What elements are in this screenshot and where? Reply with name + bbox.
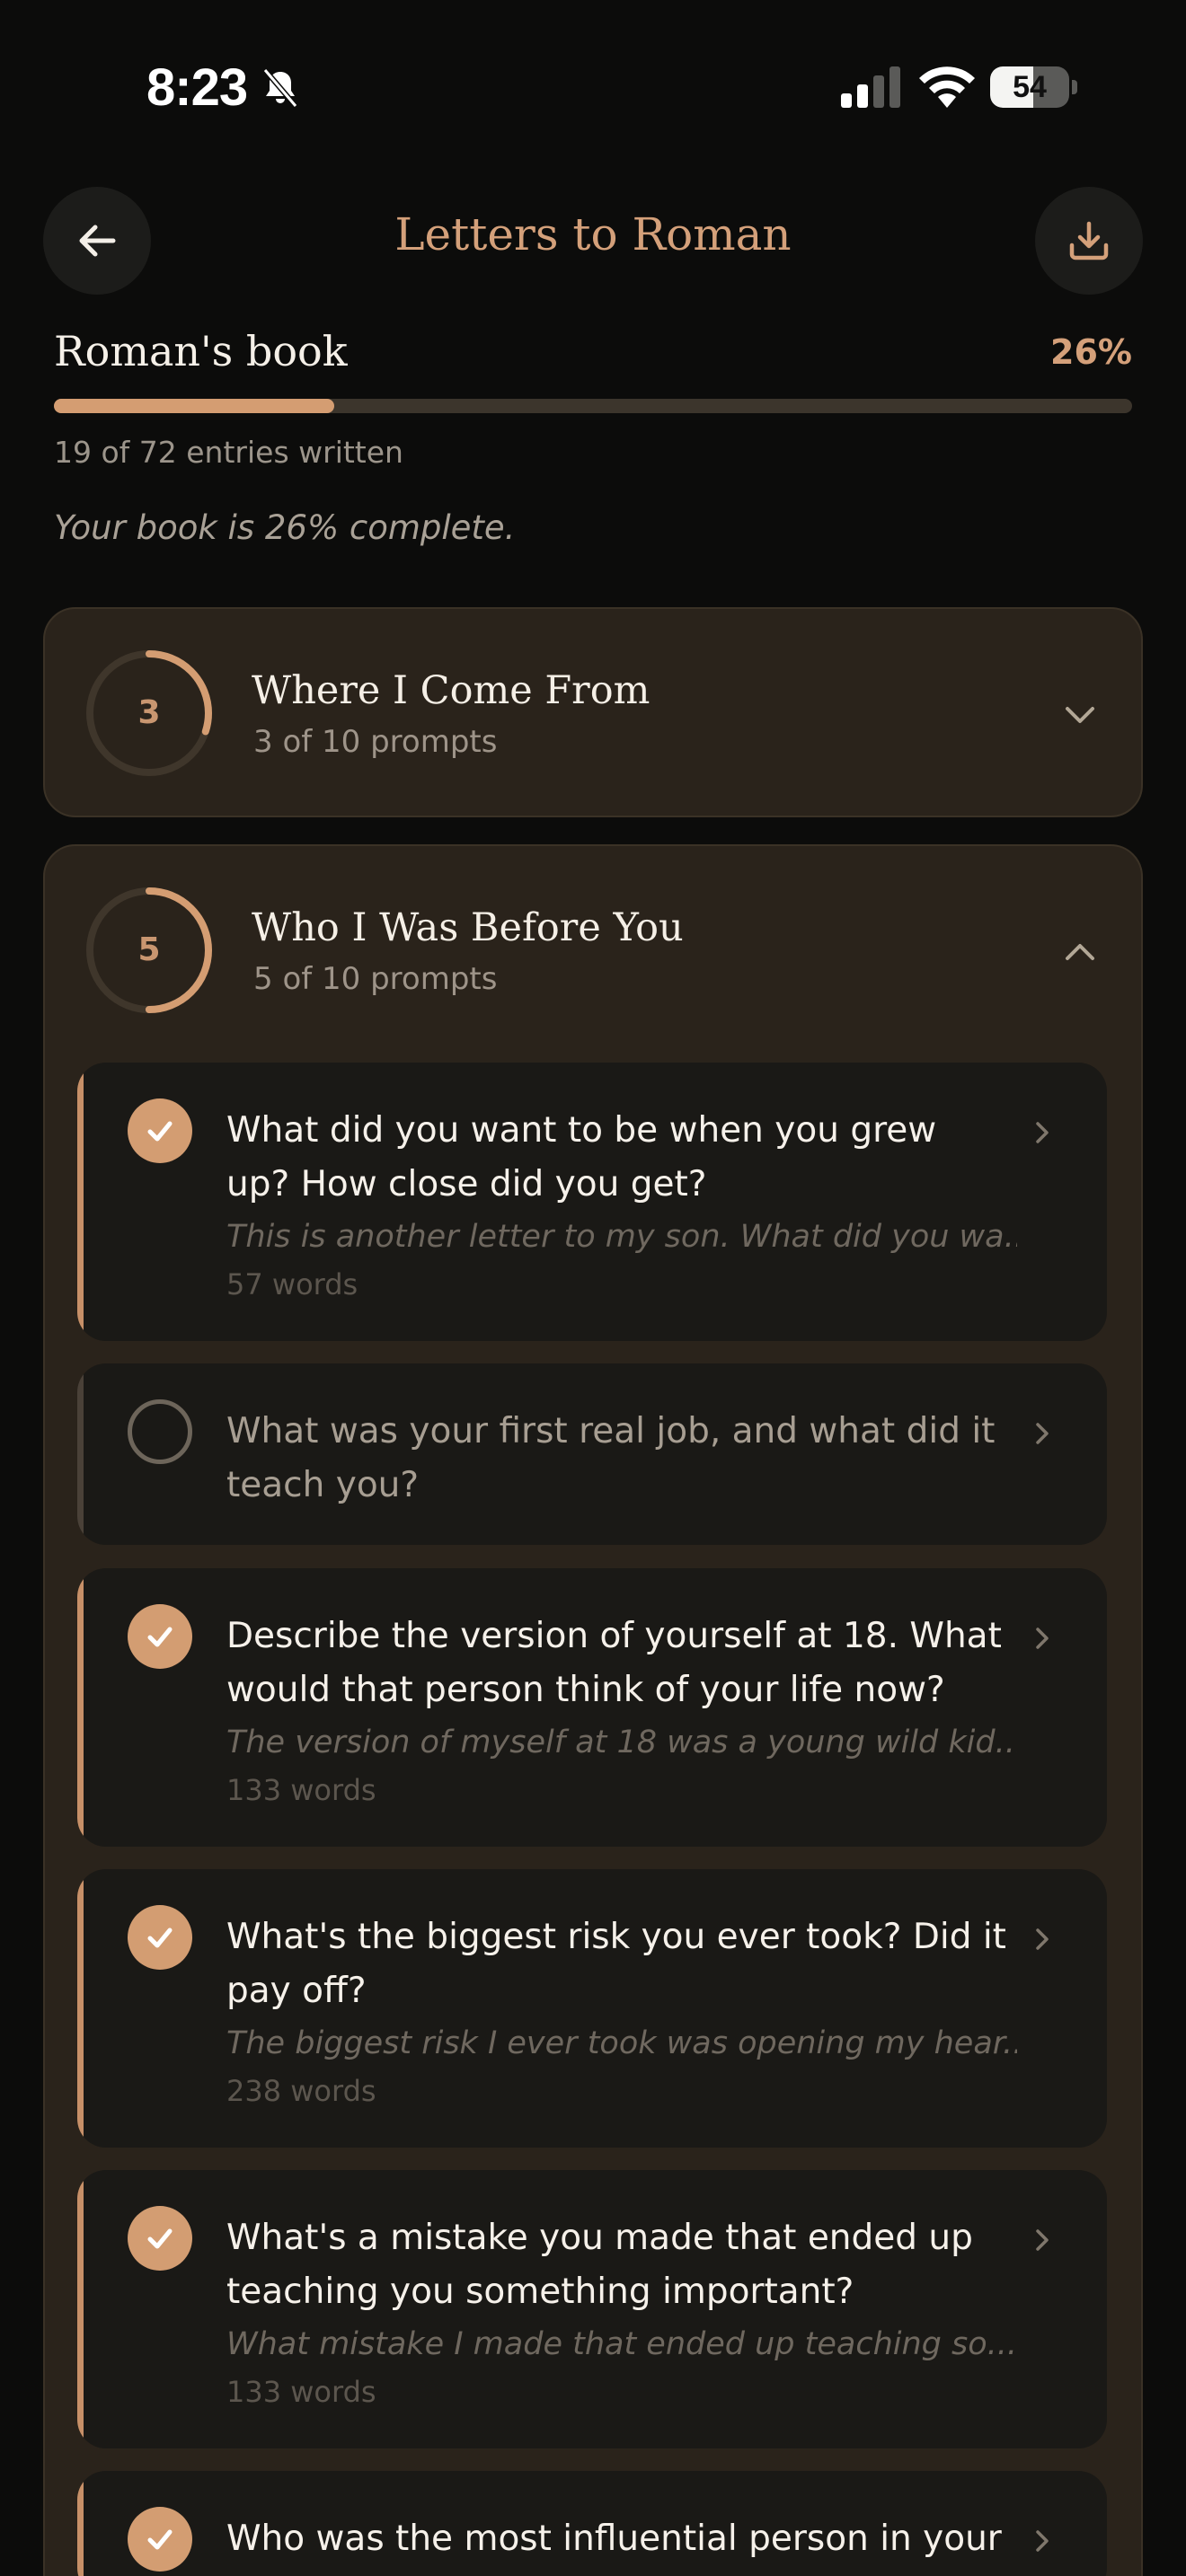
chevron-up-icon[interactable] xyxy=(1058,931,1102,974)
prompt-excerpt: The version of myself at 18 was a young … xyxy=(226,1725,1017,1760)
section-count: 3 xyxy=(137,694,161,731)
signal-icon xyxy=(841,66,900,108)
prompt-question: What was your first real job, and what d… xyxy=(226,1411,996,1505)
chevron-down-icon xyxy=(1066,707,1094,723)
section-subtitle: 5 of 10 prompts xyxy=(253,961,498,997)
checkmark-icon xyxy=(128,2507,192,2572)
prompt-question: What's the biggest risk you ever took? D… xyxy=(226,1917,1006,2011)
entries-count: 19 of 72 entries written xyxy=(54,435,403,470)
section-progress-ring: 5 xyxy=(83,884,216,1017)
bell-muted-icon xyxy=(262,68,298,108)
progress-bar xyxy=(54,399,1132,413)
progress-bar-fill xyxy=(54,399,334,413)
section-subtitle: 3 of 10 prompts xyxy=(253,724,498,760)
book-name: Roman's book xyxy=(54,327,348,375)
prompt-question: What's a mistake you made that ended up … xyxy=(226,2218,973,2312)
prompt-question: Describe the version of yourself at 18. … xyxy=(226,1616,1002,1710)
checkmark-icon xyxy=(128,2206,192,2271)
wifi-icon xyxy=(919,66,975,108)
prompt-card[interactable]: What's a mistake you made that ended up … xyxy=(77,2170,1107,2448)
chevron-right-icon xyxy=(1036,1122,1049,1143)
prompt-word-count: 57 words xyxy=(226,1267,358,1301)
status-time: 8:23 xyxy=(146,58,248,117)
prompt-card[interactable]: What did you want to be when you grew up… xyxy=(77,1063,1107,1341)
prompt-word-count: 133 words xyxy=(226,2375,376,2409)
book-percent: 26% xyxy=(1050,332,1132,372)
battery-indicator: 54 xyxy=(990,66,1077,108)
download-button[interactable] xyxy=(1035,187,1143,295)
completion-text: Your book is 26% complete. xyxy=(54,508,516,547)
chevron-right-icon xyxy=(1036,2530,1049,2552)
prompt-word-count: 133 words xyxy=(226,1773,376,1807)
chevron-right-icon xyxy=(1036,1628,1049,1649)
section-title: Where I Come From xyxy=(252,668,651,713)
prompt-question: Who was the most influential person in y… xyxy=(226,2519,1002,2559)
prompt-card[interactable]: What's the biggest risk you ever took? D… xyxy=(77,1869,1107,2148)
chevron-right-icon xyxy=(1036,1928,1049,1950)
battery-level: 54 xyxy=(1013,70,1047,104)
prompt-question: What did you want to be when you grew up… xyxy=(226,1110,937,1204)
prompt-excerpt: This is another letter to my son. What d… xyxy=(226,1219,1017,1255)
prompt-excerpt: The biggest risk I ever took was opening… xyxy=(226,2025,1017,2061)
download-icon xyxy=(1069,221,1109,260)
prompt-excerpt: What mistake I made that ended up teachi… xyxy=(226,2326,1017,2362)
checkmark-icon xyxy=(128,1098,192,1163)
empty-circle-icon xyxy=(128,1399,192,1464)
checkmark-icon xyxy=(128,1604,192,1669)
prompt-card[interactable]: Describe the version of yourself at 18. … xyxy=(77,1568,1107,1847)
chevron-right-icon xyxy=(1036,2229,1049,2251)
status-bar: 8:23 54 xyxy=(0,0,1186,171)
section-where-i-come-from[interactable]: 3 Where I Come From 3 of 10 prompts xyxy=(43,607,1143,817)
section-count: 5 xyxy=(137,931,161,968)
prompt-card[interactable]: Who was the most influential person in y… xyxy=(77,2471,1107,2576)
prompt-card[interactable]: What was your first real job, and what d… xyxy=(77,1363,1107,1545)
section-progress-ring: 3 xyxy=(83,647,216,780)
prompt-word-count: 238 words xyxy=(226,2074,376,2108)
chevron-right-icon xyxy=(1036,1423,1049,1444)
section-title: Who I Was Before You xyxy=(252,905,684,950)
page-title: Letters to Roman xyxy=(394,208,792,260)
checkmark-icon xyxy=(128,1905,192,1970)
